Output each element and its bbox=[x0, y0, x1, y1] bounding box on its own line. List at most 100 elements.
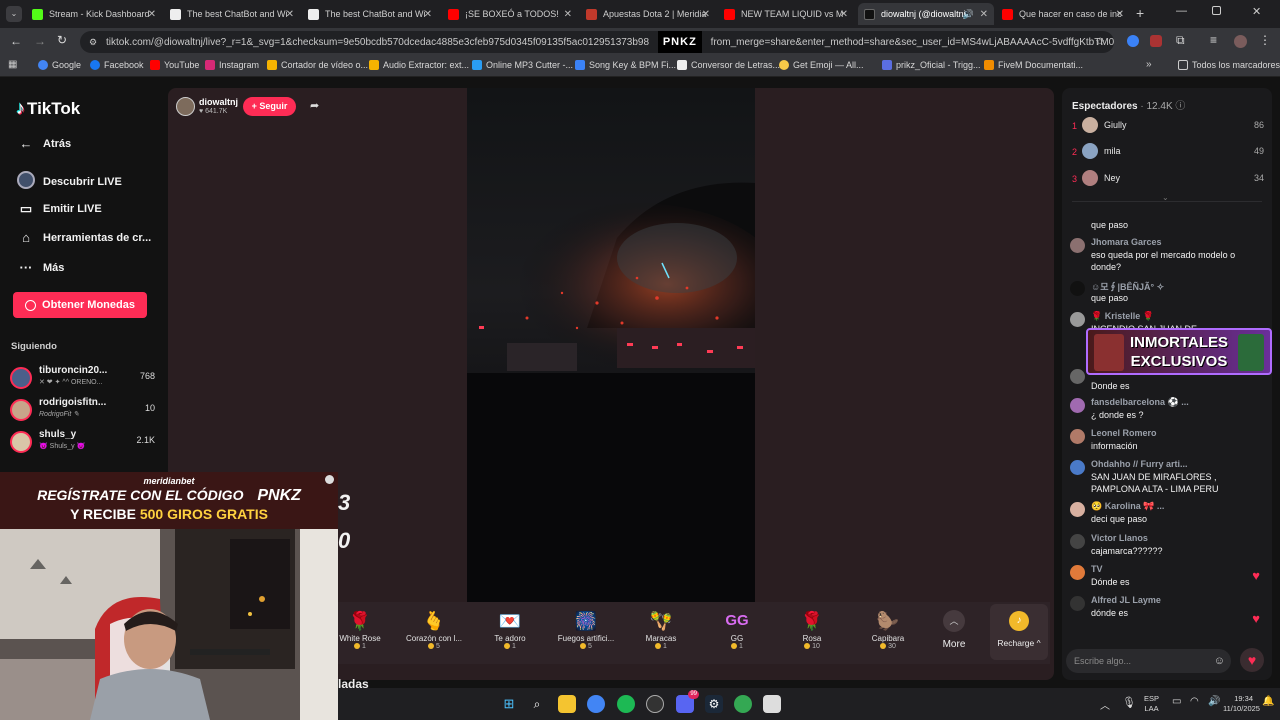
new-tab-button[interactable]: + bbox=[1136, 5, 1144, 21]
reload-icon[interactable]: ↻ bbox=[57, 33, 67, 47]
kebab-menu-icon[interactable]: ⋮ bbox=[1259, 33, 1271, 47]
bookmark[interactable]: Conversor de Letras... bbox=[677, 60, 780, 70]
close-icon[interactable]: ✕ bbox=[840, 9, 848, 20]
bookmark[interactable]: FiveM Documentati... bbox=[984, 60, 1083, 70]
message-user[interactable]: Leonel Romero bbox=[1091, 428, 1157, 438]
follow-button[interactable]: + Seguir bbox=[243, 97, 296, 116]
message-user[interactable]: 🌹 Kristelle 🌹 bbox=[1091, 311, 1154, 322]
following-item[interactable]: shuls_y 😈 Shuls_y 😈 2.1K bbox=[10, 429, 155, 457]
nav-more[interactable]: ··· Más bbox=[16, 260, 65, 275]
top-viewer[interactable]: 1 Giully 86 bbox=[1072, 117, 1264, 137]
emoji-icon[interactable]: ☺ bbox=[1214, 649, 1225, 673]
app-icon[interactable] bbox=[763, 695, 781, 713]
bookmark[interactable]: Get Emoji — All... bbox=[779, 60, 864, 70]
gift-item[interactable]: 💌 Te adoro 1 bbox=[470, 608, 550, 650]
all-bookmarks-folder[interactable]: Todos los marcadores bbox=[1178, 60, 1280, 70]
nav-back[interactable]: ← Atrás bbox=[16, 136, 72, 151]
gift-item[interactable]: 🌹 Rosa 10 bbox=[772, 608, 852, 650]
obs-icon[interactable] bbox=[646, 695, 664, 713]
extension-icon[interactable] bbox=[1127, 35, 1139, 47]
volume-icon[interactable]: 🔊 bbox=[1208, 696, 1220, 707]
top-viewer[interactable]: 2 mila 49 bbox=[1072, 143, 1264, 163]
message-user[interactable]: Ohdahho // Furry arti... bbox=[1091, 459, 1188, 469]
chrome-icon[interactable] bbox=[587, 695, 605, 713]
discord-icon[interactable]: 99 bbox=[676, 690, 699, 713]
close-icon[interactable]: ✕ bbox=[424, 9, 432, 20]
browser-tab[interactable]: Que hacer en caso de inc ✕ bbox=[996, 3, 1130, 25]
notifications-icon[interactable]: 🔔 bbox=[1262, 696, 1274, 707]
search-icon[interactable]: ⌕ bbox=[528, 695, 546, 713]
bookmark[interactable]: Audio Extractor: ext... bbox=[369, 60, 469, 70]
speaker-icon[interactable]: 🔊 bbox=[963, 9, 974, 20]
close-icon[interactable]: ✕ bbox=[148, 9, 156, 20]
overflow-chevron-icon[interactable]: » bbox=[1146, 59, 1152, 70]
chat-input[interactable]: Escribe algo... ☺ bbox=[1066, 649, 1231, 673]
nav-creator-tools[interactable]: ⌂ Herramientas de cr... bbox=[16, 230, 151, 245]
gift-item[interactable]: GG GG 1 bbox=[697, 608, 777, 650]
message-user[interactable]: Jhomara Garces bbox=[1091, 237, 1162, 247]
url-bar[interactable]: ⚙ tiktok.com/@diowaltnj/live?_r=1&_svg=1… bbox=[80, 31, 1114, 53]
message-user[interactable]: Alfred JL Layme bbox=[1091, 595, 1161, 605]
browser-tab[interactable]: The best ChatBot and Wi ✕ bbox=[164, 3, 300, 25]
extension-icon[interactable] bbox=[1150, 35, 1162, 47]
steam-icon[interactable]: ⚙ bbox=[705, 695, 723, 713]
gift-item[interactable]: 🫰 Corazón con l... 5 bbox=[394, 608, 474, 650]
gift-item[interactable]: 🦫 Capibara 30 bbox=[848, 608, 928, 650]
like-button[interactable]: ♥ bbox=[1240, 648, 1264, 672]
close-icon[interactable]: ✕ bbox=[980, 9, 988, 20]
nav-discover-live[interactable]: Descubrir LIVE bbox=[16, 171, 122, 192]
gift-item[interactable]: 🪇 Maracas 1 bbox=[621, 608, 701, 650]
language-indicator[interactable]: ESP LAA bbox=[1144, 694, 1159, 714]
live-video[interactable] bbox=[467, 88, 755, 602]
promo-banner[interactable]: INMORTALES EXCLUSIVOS bbox=[1086, 328, 1272, 375]
top-viewer[interactable]: 3 Ney 34 bbox=[1072, 170, 1264, 190]
bookmark[interactable]: Google bbox=[38, 60, 81, 70]
close-window-button[interactable]: ✕ bbox=[1252, 5, 1261, 18]
bookmark[interactable]: Facebook bbox=[90, 60, 144, 70]
star-icon[interactable]: ☆ bbox=[1095, 31, 1105, 53]
site-info-icon[interactable]: ⚙ bbox=[89, 31, 97, 53]
minimize-button[interactable]: — bbox=[1176, 5, 1187, 17]
maximize-button[interactable] bbox=[1212, 6, 1221, 15]
more-gifts-button[interactable]: ︿ More bbox=[934, 610, 974, 650]
bookmark[interactable]: Instagram bbox=[205, 60, 259, 70]
close-icon[interactable]: ✕ bbox=[702, 9, 710, 20]
streamer-avatar[interactable] bbox=[176, 97, 195, 116]
bookmark[interactable]: YouTube bbox=[150, 60, 199, 70]
back-icon[interactable]: ← bbox=[10, 34, 22, 48]
clock[interactable]: 19:34 11/10/2025 bbox=[1223, 694, 1260, 714]
info-icon[interactable]: ⓘ bbox=[1175, 101, 1185, 112]
tray-chevron-icon[interactable]: ︿ bbox=[1100, 697, 1110, 712]
close-icon[interactable]: ✕ bbox=[286, 9, 294, 20]
bookmark[interactable]: Song Key & BPM Fi... bbox=[575, 60, 676, 70]
message-user[interactable]: TV bbox=[1091, 564, 1103, 574]
network-icon[interactable]: ▭ bbox=[1172, 696, 1181, 707]
close-icon[interactable]: ✕ bbox=[1116, 9, 1124, 20]
file-explorer-icon[interactable] bbox=[558, 695, 576, 713]
streamer-name[interactable]: diowaltnj bbox=[199, 97, 238, 107]
puzzle-icon[interactable]: ⧉ bbox=[1176, 33, 1185, 48]
forward-icon[interactable]: → bbox=[34, 34, 46, 48]
chrome-profile-icon[interactable] bbox=[734, 695, 752, 713]
bookmark[interactable]: Cortador de vídeo o... bbox=[267, 60, 368, 70]
share-icon[interactable]: ➦ bbox=[310, 99, 319, 112]
following-item[interactable]: tiburoncin20... ✕ ❤ ✦ ^^ ORENO... 768 bbox=[10, 365, 155, 393]
nav-go-live[interactable]: ▭ Emitir LIVE bbox=[16, 201, 102, 217]
media-control-icon[interactable]: ≡ bbox=[1210, 33, 1217, 47]
bookmark[interactable]: Online MP3 Cutter -... bbox=[472, 60, 573, 70]
gift-item[interactable]: 🎆 Fuegos artifici... 5 bbox=[546, 608, 626, 650]
windows-start-icon[interactable]: ⊞ bbox=[500, 695, 518, 713]
tab-search-button[interactable]: ⌄ bbox=[6, 6, 22, 22]
bookmark[interactable]: prikz_Oficial - Trigg... bbox=[882, 60, 981, 70]
message-user[interactable]: 🥺 Karolina 🎀 ... bbox=[1091, 501, 1164, 512]
recharge-button[interactable]: ♪ Recharge ^ bbox=[990, 604, 1048, 660]
sponsor-close-icon[interactable] bbox=[325, 475, 334, 484]
apps-grid-icon[interactable]: ▦ bbox=[8, 59, 17, 70]
following-item[interactable]: rodrigoisfitn... RodrigoFit ✎ 10 bbox=[10, 397, 155, 425]
browser-tab-active[interactable]: diowaltnj (@diowaltnj 🔊 ✕ bbox=[858, 3, 994, 25]
message-user[interactable]: fansdelbarcelona ⚽ ... bbox=[1091, 397, 1189, 408]
message-user[interactable]: Victor Llanos bbox=[1091, 533, 1148, 543]
browser-tab[interactable]: NEW TEAM LIQUID vs M ✕ bbox=[718, 3, 854, 25]
wifi-icon[interactable]: ◠ bbox=[1190, 696, 1199, 707]
browser-tab[interactable]: ¡SE BOXEÓ a TODOS! ✕ bbox=[442, 3, 578, 25]
